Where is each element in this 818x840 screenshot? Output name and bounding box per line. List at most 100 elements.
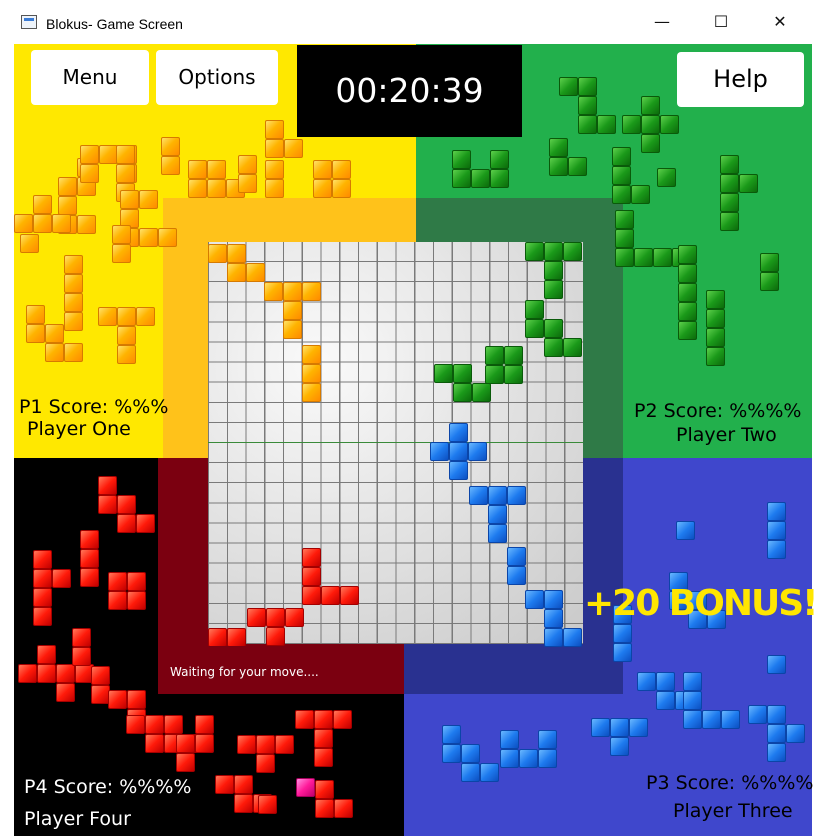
yellow-piece-tile[interactable] <box>207 179 226 198</box>
green-piece-tile[interactable] <box>525 319 544 338</box>
blue-piece-tile[interactable] <box>767 655 786 674</box>
blue-piece-tile[interactable] <box>480 763 499 782</box>
red-piece-tile[interactable] <box>33 607 52 626</box>
yellow-piece-tile[interactable] <box>265 120 284 139</box>
red-piece-tile[interactable] <box>234 775 253 794</box>
green-piece-tile[interactable] <box>597 115 616 134</box>
red-piece-tile[interactable] <box>215 775 234 794</box>
green-piece-tile[interactable] <box>525 242 544 261</box>
green-piece-tile[interactable] <box>563 338 582 357</box>
yellow-piece-tile[interactable] <box>112 244 131 263</box>
yellow-piece-tile[interactable] <box>98 307 117 326</box>
yellow-piece-tile[interactable] <box>33 195 52 214</box>
blue-piece-tile[interactable] <box>591 718 610 737</box>
red-piece-tile[interactable] <box>127 690 146 709</box>
yellow-piece-tile[interactable] <box>302 383 321 402</box>
green-piece-tile[interactable] <box>612 185 631 204</box>
blue-piece-tile[interactable] <box>442 725 461 744</box>
yellow-piece-tile[interactable] <box>284 139 303 158</box>
green-piece-tile[interactable] <box>490 150 509 169</box>
red-piece-tile[interactable] <box>108 690 127 709</box>
red-piece-tile[interactable] <box>285 608 304 627</box>
yellow-piece-tile[interactable] <box>14 214 33 233</box>
yellow-piece-tile[interactable] <box>238 174 257 193</box>
red-piece-tile[interactable] <box>334 799 353 818</box>
yellow-piece-tile[interactable] <box>313 160 332 179</box>
yellow-piece-tile[interactable] <box>26 324 45 343</box>
yellow-piece-tile[interactable] <box>139 190 158 209</box>
red-piece-tile[interactable] <box>256 754 275 773</box>
yellow-piece-tile[interactable] <box>313 179 332 198</box>
red-piece-tile[interactable] <box>117 514 136 533</box>
yellow-piece-tile[interactable] <box>26 305 45 324</box>
red-piece-tile[interactable] <box>33 569 52 588</box>
green-piece-tile[interactable] <box>678 321 697 340</box>
menu-button[interactable]: Menu <box>31 50 149 105</box>
blue-piece-tile[interactable] <box>656 672 675 691</box>
green-piece-tile[interactable] <box>525 300 544 319</box>
green-piece-tile[interactable] <box>641 115 660 134</box>
green-piece-tile[interactable] <box>612 166 631 185</box>
yellow-piece-tile[interactable] <box>283 282 302 301</box>
red-piece-tile[interactable] <box>127 591 146 610</box>
green-piece-tile[interactable] <box>544 338 563 357</box>
blue-piece-tile[interactable] <box>767 743 786 762</box>
green-piece-tile[interactable] <box>563 242 582 261</box>
green-piece-tile[interactable] <box>453 364 472 383</box>
green-piece-tile[interactable] <box>578 77 597 96</box>
yellow-piece-tile[interactable] <box>64 312 83 331</box>
red-piece-tile[interactable] <box>247 608 266 627</box>
yellow-piece-tile[interactable] <box>265 160 284 179</box>
green-piece-tile[interactable] <box>720 212 739 231</box>
blue-piece-tile[interactable] <box>519 749 538 768</box>
red-piece-tile[interactable] <box>80 568 99 587</box>
yellow-piece-tile[interactable] <box>302 364 321 383</box>
green-piece-tile[interactable] <box>578 115 597 134</box>
blue-piece-tile[interactable] <box>767 724 786 743</box>
green-piece-tile[interactable] <box>453 383 472 402</box>
yellow-piece-tile[interactable] <box>64 274 83 293</box>
yellow-piece-tile[interactable] <box>207 160 226 179</box>
yellow-piece-tile[interactable] <box>246 263 265 282</box>
red-piece-tile[interactable] <box>237 735 256 754</box>
red-piece-tile[interactable] <box>315 799 334 818</box>
blue-piece-tile[interactable] <box>469 486 488 505</box>
blue-piece-tile[interactable] <box>676 521 695 540</box>
green-piece-tile[interactable] <box>678 264 697 283</box>
red-piece-tile[interactable] <box>266 627 285 646</box>
yellow-piece-tile[interactable] <box>33 214 52 233</box>
red-piece-tile[interactable] <box>33 550 52 569</box>
green-piece-tile[interactable] <box>706 328 725 347</box>
green-piece-tile[interactable] <box>568 157 587 176</box>
green-piece-tile[interactable] <box>544 261 563 280</box>
yellow-piece-tile[interactable] <box>116 164 135 183</box>
yellow-piece-tile[interactable] <box>265 179 284 198</box>
blue-piece-tile[interactable] <box>613 643 632 662</box>
red-piece-tile[interactable] <box>295 710 314 729</box>
red-piece-tile[interactable] <box>256 735 275 754</box>
yellow-piece-tile[interactable] <box>238 155 257 174</box>
blue-piece-tile[interactable] <box>461 763 480 782</box>
pink-piece-tile[interactable] <box>296 778 315 797</box>
yellow-piece-tile[interactable] <box>112 225 131 244</box>
green-piece-tile[interactable] <box>760 253 779 272</box>
blue-piece-tile[interactable] <box>629 718 648 737</box>
green-piece-tile[interactable] <box>472 383 491 402</box>
red-piece-tile[interactable] <box>56 683 75 702</box>
green-piece-tile[interactable] <box>634 248 653 267</box>
yellow-piece-tile[interactable] <box>80 145 99 164</box>
green-piece-tile[interactable] <box>706 347 725 366</box>
blue-piece-tile[interactable] <box>544 590 563 609</box>
red-piece-tile[interactable] <box>302 567 321 586</box>
yellow-piece-tile[interactable] <box>188 160 207 179</box>
blue-piece-tile[interactable] <box>748 705 767 724</box>
green-piece-tile[interactable] <box>739 174 758 193</box>
green-piece-tile[interactable] <box>615 210 634 229</box>
red-piece-tile[interactable] <box>52 569 71 588</box>
red-piece-tile[interactable] <box>176 734 195 753</box>
yellow-piece-tile[interactable] <box>136 307 155 326</box>
red-piece-tile[interactable] <box>56 664 75 683</box>
blue-piece-tile[interactable] <box>449 423 468 442</box>
blue-piece-tile[interactable] <box>488 486 507 505</box>
yellow-piece-tile[interactable] <box>265 139 284 158</box>
